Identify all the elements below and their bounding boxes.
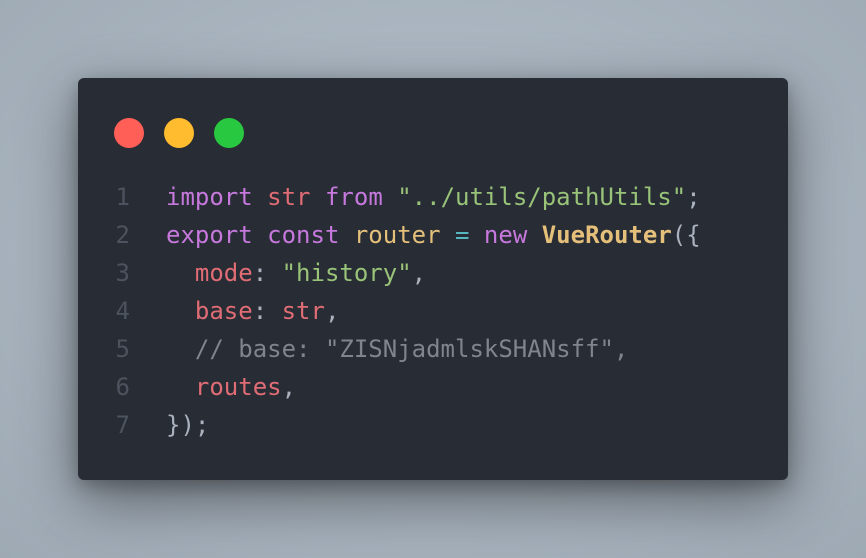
code-token: str (281, 297, 325, 325)
line-number: 1 (115, 183, 130, 211)
code-line: 6 routes, (78, 368, 788, 406)
code-token: mode (194, 259, 253, 287)
code-token: VueRouter (541, 221, 672, 249)
code-line: 4 base: str, (78, 292, 788, 330)
code-token: str (267, 183, 311, 211)
line-content: base: str, (130, 297, 340, 325)
line-content: import str from "../utils/pathUtils"; (130, 183, 701, 211)
code-token: from (324, 183, 383, 211)
line-content: }); (130, 411, 209, 439)
code-block: 1 import str from "../utils/pathUtils"; 2 e… (78, 178, 788, 444)
code-token: "../utils/pathUtils" (397, 183, 687, 211)
code-window: 1 import str from "../utils/pathUtils"; 2 e… (78, 78, 788, 480)
code-line: 2 export const router = new VueRouter({ (78, 216, 788, 254)
line-content: routes, (130, 373, 296, 401)
line-number: 4 (115, 297, 130, 325)
code-token: , (281, 373, 297, 401)
maximize-dot-icon[interactable] (214, 118, 244, 148)
code-line: 5 // base: "ZISNjadmlskSHANsff", (78, 330, 788, 368)
code-token: routes (194, 373, 282, 401)
code-token: router (353, 221, 441, 249)
code-token: const (267, 221, 340, 249)
code-token: new (483, 221, 528, 249)
code-token: ({ (671, 221, 701, 249)
code-token: import (166, 183, 253, 211)
line-number: 7 (115, 411, 130, 439)
line-number: 3 (115, 259, 130, 287)
code-token: }); (166, 411, 210, 439)
code-token: , (411, 259, 427, 287)
code-token: ; (686, 183, 701, 211)
minimize-dot-icon[interactable] (164, 118, 194, 148)
window-controls (114, 118, 244, 148)
code-token: base (194, 297, 253, 325)
code-line: 1 import str from "../utils/pathUtils"; (78, 178, 788, 216)
line-content: mode: "history", (130, 259, 426, 287)
code-token: // base: "ZISNjadmlskSHANsff", (194, 335, 629, 363)
code-token: , (324, 297, 340, 325)
code-token: = (455, 221, 470, 249)
line-content: // base: "ZISNjadmlskSHANsff", (130, 335, 628, 363)
code-line: 7}); (78, 406, 788, 444)
line-number: 6 (115, 373, 130, 401)
line-number: 5 (115, 335, 130, 363)
code-token: : (252, 297, 282, 325)
code-token: "history" (281, 259, 412, 287)
code-token: : (252, 259, 282, 287)
line-number: 2 (115, 221, 130, 249)
code-line: 3 mode: "history", (78, 254, 788, 292)
close-dot-icon[interactable] (114, 118, 144, 148)
line-content: export const router = new VueRouter({ (130, 221, 701, 249)
code-token: export (166, 221, 253, 249)
